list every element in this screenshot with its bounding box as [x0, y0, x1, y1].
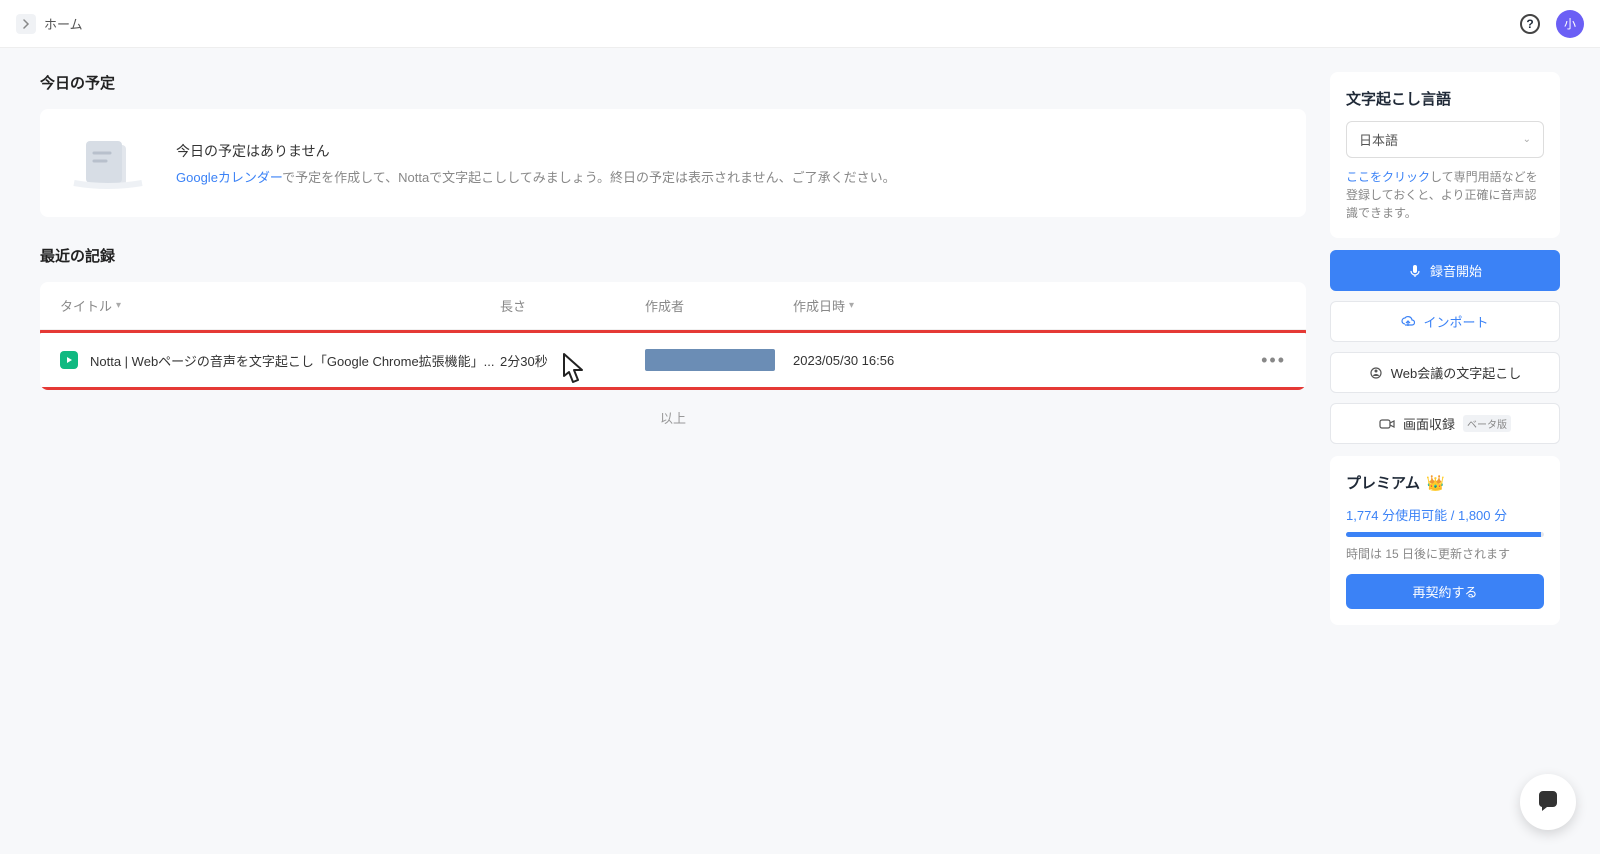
- record-date: 2023/05/30 16:56: [793, 353, 943, 368]
- language-select[interactable]: 日本語 ⌄: [1346, 121, 1544, 158]
- schedule-empty-card: 今日の予定はありません Googleカレンダーで予定を作成して、Nottaで文字…: [40, 109, 1306, 217]
- record-button-label: 録音開始: [1430, 261, 1482, 280]
- schedule-empty-text: で予定を作成して、Nottaで文字起こししてみましょう。終日の予定は表示されませ…: [282, 170, 895, 185]
- import-button[interactable]: インポート: [1330, 301, 1560, 342]
- avatar[interactable]: 小: [1556, 10, 1584, 38]
- meeting-transcribe-button[interactable]: Web会議の文字起こし: [1330, 352, 1560, 393]
- records-table: タイトル ▾ 長さ 作成者 作成日時 ▾: [40, 282, 1306, 390]
- usage-fill: [1346, 532, 1541, 537]
- highlighted-row-border: Notta | Webページの音声を文字起こし「Google Chrome拡張機…: [40, 330, 1306, 390]
- records-section-title: 最近の記録: [40, 245, 1306, 266]
- dictionary-hint: ここをクリックして専門用語などを登録しておくと、より正確に音声認識できます。: [1346, 168, 1544, 222]
- chevron-down-icon: ⌄: [1523, 134, 1531, 145]
- usage-note: 時間は 15 日後に更新されます: [1346, 545, 1544, 562]
- record-duration: 2分30秒: [500, 351, 645, 370]
- microphone-icon: [1408, 264, 1422, 278]
- meeting-icon: [1369, 366, 1383, 380]
- premium-panel: プレミアム 👑 1,774 分使用可能 / 1,800 分 時間は 15 日後に…: [1330, 456, 1560, 625]
- language-panel-title: 文字起こし言語: [1346, 88, 1544, 109]
- more-actions-icon[interactable]: •••: [1261, 350, 1286, 370]
- topbar: ホーム ? 小: [0, 0, 1600, 48]
- breadcrumb: ホーム: [44, 14, 83, 33]
- column-header-date[interactable]: 作成日時 ▾: [793, 296, 943, 315]
- language-selected: 日本語: [1359, 130, 1398, 149]
- usage-bar: [1346, 532, 1544, 537]
- chevron-down-icon: ▾: [849, 300, 854, 311]
- schedule-empty-description: Googleカレンダーで予定を作成して、Nottaで文字起こししてみましょう。終…: [176, 167, 896, 186]
- author-redacted: [645, 349, 775, 371]
- avatar-label: 小: [1564, 15, 1576, 32]
- import-button-label: インポート: [1423, 312, 1488, 331]
- google-calendar-link[interactable]: Googleカレンダー: [176, 170, 282, 185]
- help-icon[interactable]: ?: [1520, 14, 1540, 34]
- beta-badge: ベータ版: [1463, 415, 1511, 432]
- usage-text: 1,774 分使用可能 / 1,800 分: [1346, 505, 1544, 524]
- column-header-author: 作成者: [645, 296, 793, 315]
- table-footer: 以上: [40, 390, 1306, 445]
- language-panel: 文字起こし言語 日本語 ⌄ ここをクリックして専門用語などを登録しておくと、より…: [1330, 72, 1560, 238]
- column-header-title[interactable]: タイトル ▾: [60, 296, 500, 315]
- table-row[interactable]: Notta | Webページの音声を文字起こし「Google Chrome拡張機…: [40, 333, 1306, 387]
- column-header-duration: 長さ: [500, 296, 645, 315]
- video-icon: [1379, 418, 1395, 430]
- cloud-upload-icon: [1401, 315, 1415, 329]
- crown-icon: 👑: [1426, 474, 1445, 492]
- screen-button-label: 画面収録: [1403, 414, 1455, 433]
- chat-icon: [1535, 789, 1561, 815]
- renew-button-label: 再契約する: [1412, 585, 1477, 600]
- sidebar-toggle[interactable]: [16, 14, 36, 34]
- dictionary-link[interactable]: ここをクリック: [1346, 170, 1430, 184]
- record-button[interactable]: 録音開始: [1330, 250, 1560, 291]
- record-title: Notta | Webページの音声を文字起こし「Google Chrome拡張機…: [90, 351, 495, 370]
- renew-button[interactable]: 再契約する: [1346, 574, 1544, 609]
- schedule-empty-illustration: [68, 133, 148, 193]
- schedule-empty-title: 今日の予定はありません: [176, 141, 896, 161]
- screen-record-button[interactable]: 画面収録 ベータ版: [1330, 403, 1560, 444]
- premium-title: プレミアム: [1346, 472, 1420, 493]
- chevron-down-icon: ▾: [116, 300, 121, 311]
- chat-bubble[interactable]: [1520, 774, 1576, 830]
- meeting-button-label: Web会議の文字起こし: [1391, 363, 1522, 382]
- schedule-section-title: 今日の予定: [40, 72, 1306, 93]
- record-author: [645, 349, 793, 371]
- record-type-icon: [60, 351, 78, 369]
- table-header: タイトル ▾ 長さ 作成者 作成日時 ▾: [40, 282, 1306, 330]
- action-buttons: 録音開始 インポート Web会議の文字起こし 画面収録 ベータ版: [1330, 250, 1560, 444]
